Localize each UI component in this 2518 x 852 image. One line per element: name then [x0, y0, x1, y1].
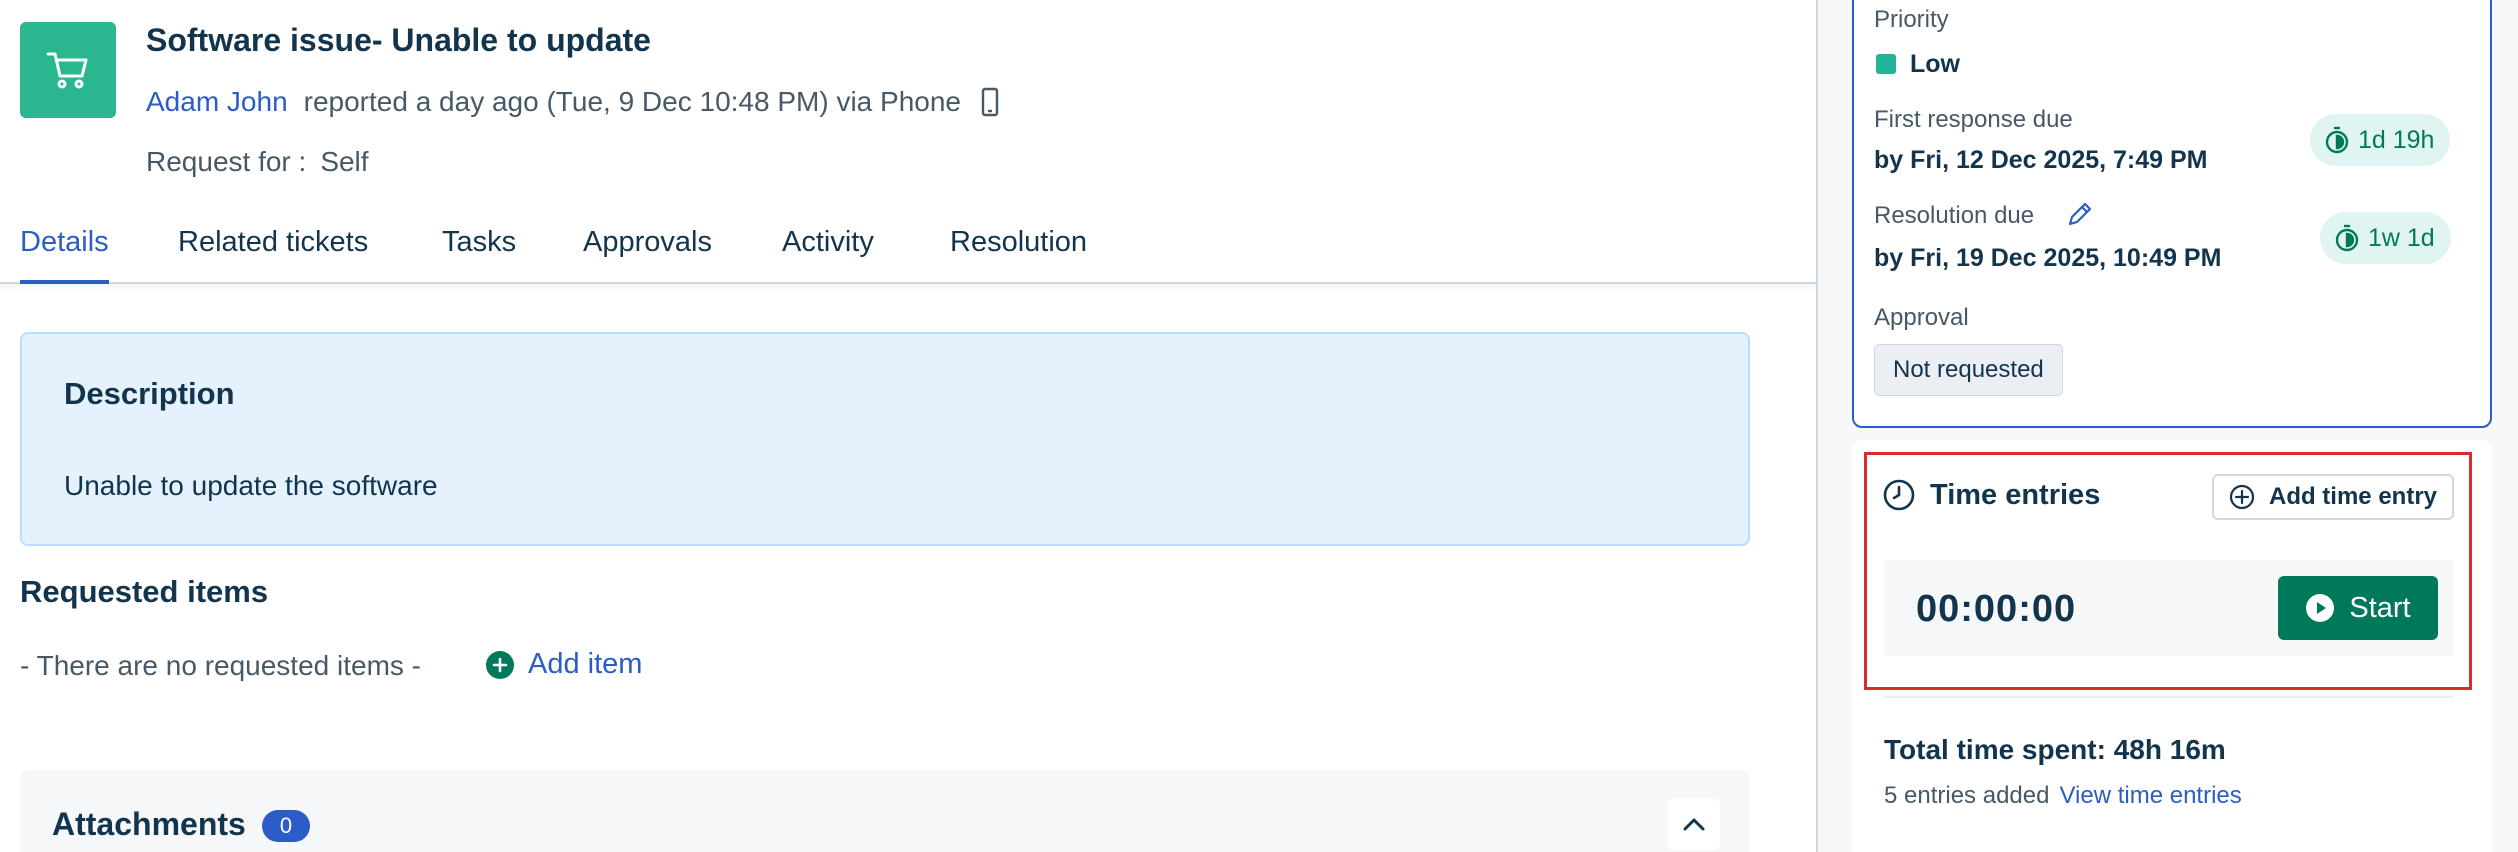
approval-status-badge: Not requested — [1874, 344, 2063, 396]
add-time-entry-button[interactable]: Add time entry — [2212, 474, 2454, 520]
requested-items-heading: Requested items — [20, 574, 269, 609]
reported-text: reported a day ago (Tue, 9 Dec 10:48 PM)… — [303, 86, 961, 117]
requested-items-empty: - There are no requested items - — [20, 650, 422, 681]
properties-card: Priority Low First response due by Fri, … — [1852, 0, 2492, 428]
mobile-phone-icon — [981, 87, 999, 117]
request-for-label: Request for : — [146, 146, 307, 177]
attachments-label: Attachments — [52, 806, 246, 842]
chevron-up-icon — [1683, 818, 1705, 831]
plus-circle-icon — [486, 650, 514, 679]
priority-color-indicator — [1876, 54, 1896, 74]
ticket-tabs: Details Related tickets Tasks Approvals … — [0, 222, 1816, 284]
priority-label: Priority — [1874, 6, 1949, 33]
resolution-sla-badge: 1w 1d — [2320, 212, 2451, 264]
time-entries-title: Time entries — [1930, 478, 2101, 511]
add-time-entry-label: Add time entry — [2268, 483, 2438, 510]
first-response-sla-badge: 1d 19h — [2310, 114, 2451, 166]
resolution-value: by Fri, 19 Dec 2025, 10:49 PM — [1874, 244, 2222, 272]
priority-value: Low — [1910, 50, 1960, 78]
view-time-entries-link[interactable]: View time entries — [2059, 782, 2241, 809]
approval-label: Approval — [1874, 304, 1969, 331]
tab-approvals[interactable]: Approvals — [583, 222, 712, 284]
description-body: Unable to update the software — [64, 470, 438, 501]
tab-resolution[interactable]: Resolution — [950, 222, 1087, 284]
description-heading: Description — [64, 376, 235, 411]
tab-related-tickets[interactable]: Related tickets — [178, 222, 368, 284]
entries-count: 5 entries added — [1884, 782, 2050, 809]
timer-icon — [2325, 126, 2349, 154]
clock-icon — [1883, 479, 1915, 511]
add-item-button[interactable]: Add item — [486, 648, 642, 681]
resolution-sla-text: 1w 1d — [2368, 223, 2435, 252]
ticket-meta: Adam John reported a day ago (Tue, 9 Dec… — [146, 86, 999, 118]
shopping-cart-icon — [20, 22, 116, 118]
add-item-label: Add item — [528, 648, 643, 680]
time-entries-heading: Time entries — [1882, 478, 2100, 512]
request-for-value: Self — [320, 146, 369, 177]
tab-activity[interactable]: Activity — [782, 222, 874, 284]
plus-circle-icon — [2229, 484, 2255, 510]
tab-details[interactable]: Details — [20, 222, 109, 284]
timer-icon — [2335, 224, 2359, 252]
ticket-title: Software issue- Unable to update — [146, 22, 651, 58]
attachments-count-badge: 0 — [262, 810, 310, 842]
timer-display: 00:00:00 — [1916, 588, 2077, 630]
resolution-label: Resolution due — [1874, 202, 2035, 229]
time-card-divider — [1884, 696, 2454, 698]
play-icon — [2306, 594, 2335, 622]
request-for: Request for : Self — [146, 146, 369, 178]
total-time-spent: Total time spent: 48h 16m — [1884, 734, 2226, 765]
ticket-main-pane: Software issue- Unable to update Adam Jo… — [0, 0, 1816, 852]
attachments-section: Attachments 0 — [20, 770, 1750, 852]
first-response-label: First response due — [1874, 106, 2073, 133]
first-response-value: by Fri, 12 Dec 2025, 7:49 PM — [1874, 146, 2208, 174]
edit-pencil-icon[interactable] — [2066, 200, 2094, 228]
start-timer-button[interactable]: Start — [2278, 576, 2438, 640]
requester-link[interactable]: Adam John — [146, 86, 288, 118]
entries-summary: 5 entries added View time entries — [1884, 782, 2242, 810]
collapse-attachments-button[interactable] — [1668, 798, 1720, 850]
timer-panel: 00:00:00 Start — [1884, 560, 2454, 656]
start-timer-label: Start — [2349, 591, 2411, 624]
tab-tasks[interactable]: Tasks — [442, 222, 516, 284]
first-response-sla-text: 1d 19h — [2358, 125, 2435, 154]
description-panel: Description Unable to update the softwar… — [20, 332, 1750, 546]
